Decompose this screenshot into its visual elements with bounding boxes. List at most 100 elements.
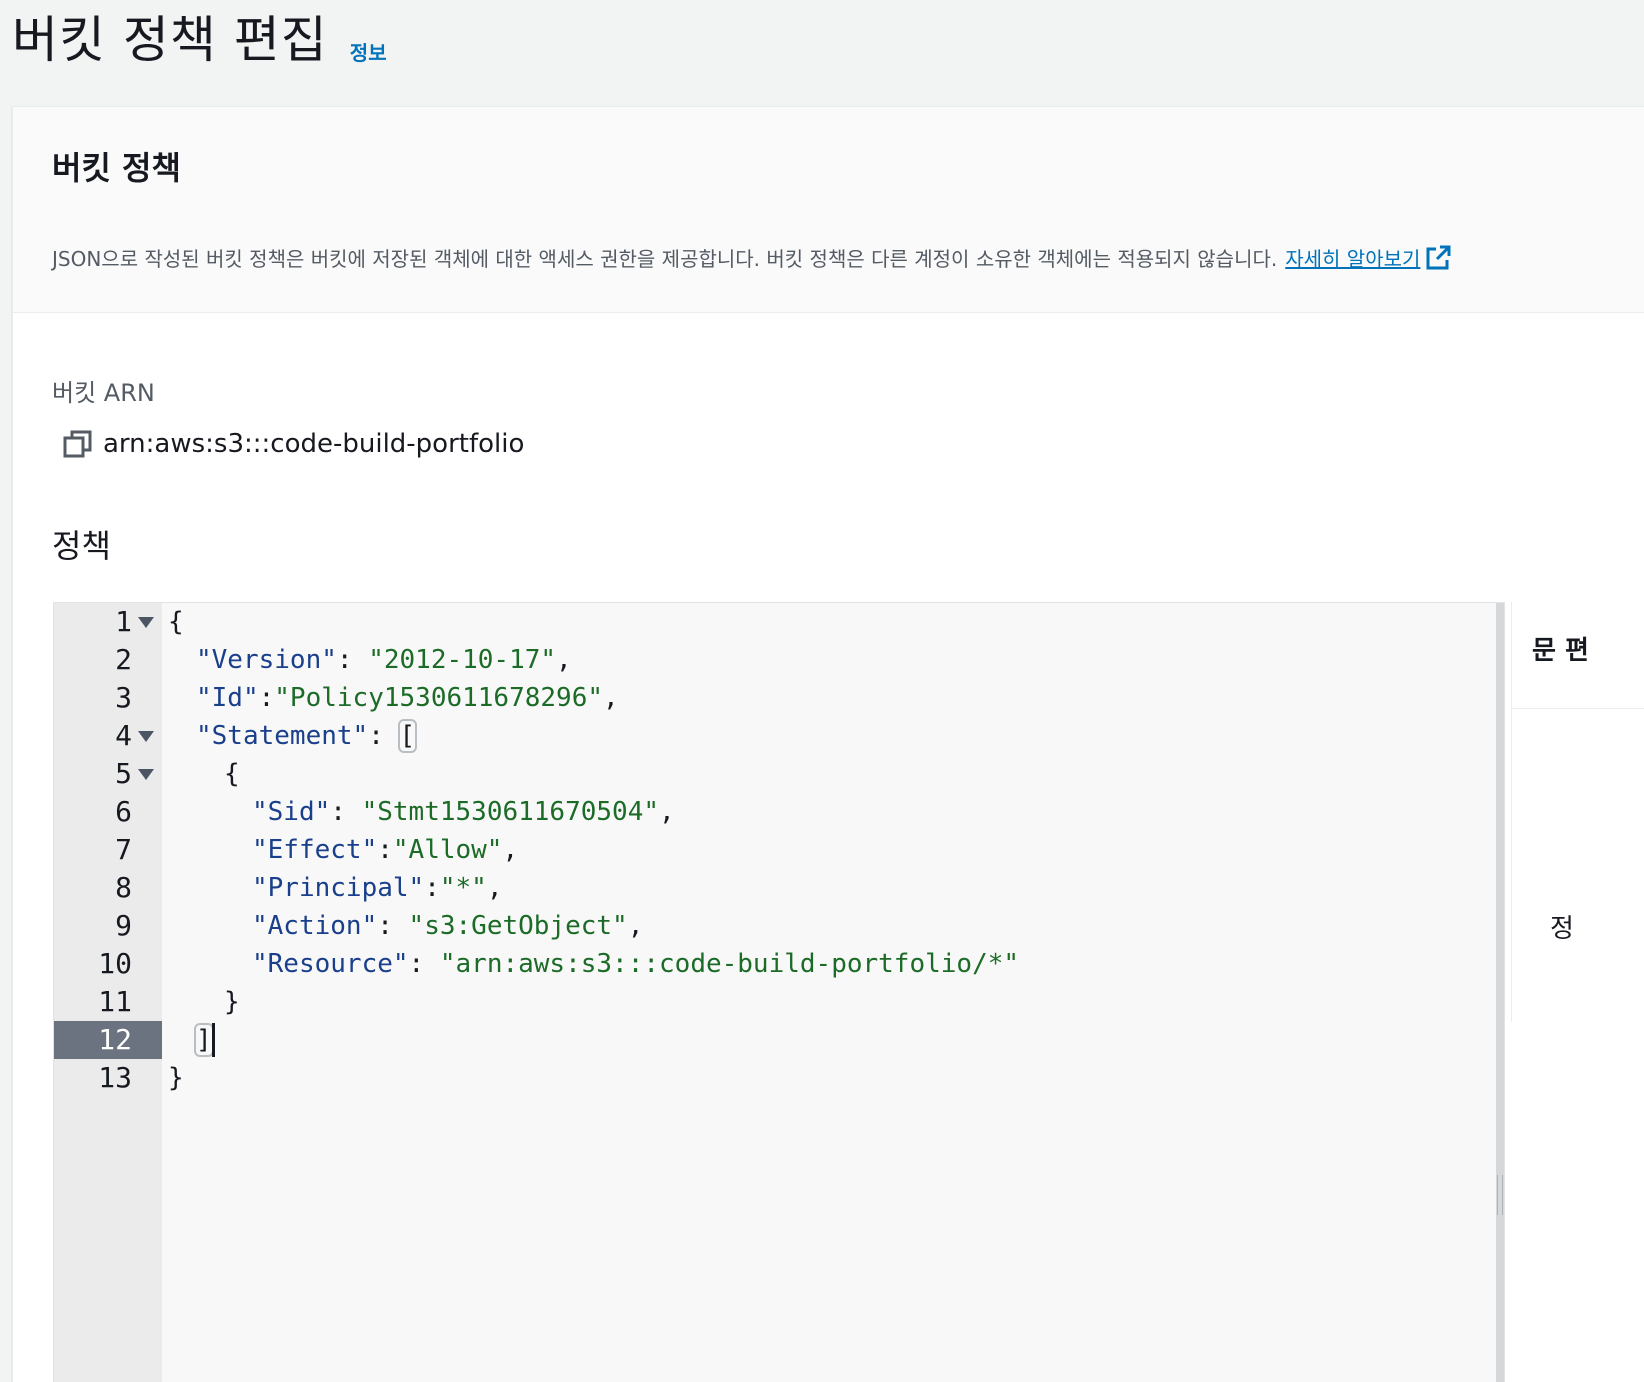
json-punct: : bbox=[424, 873, 440, 903]
json-punct: : bbox=[377, 911, 409, 941]
line-number: 11 bbox=[98, 985, 132, 1018]
description-text: JSON으로 작성된 버킷 정책은 버킷에 저장된 객체에 대한 액세스 권한을… bbox=[52, 247, 1278, 271]
side-panel: 문 편 정 bbox=[1511, 602, 1644, 1022]
json-punct: , bbox=[486, 873, 503, 903]
json-string: "s3:GetObject" bbox=[408, 911, 628, 941]
json-string: "*" bbox=[439, 873, 487, 903]
json-string: "arn:aws:s3:::code-build-portfolio/*" bbox=[439, 949, 1020, 979]
json-punct: : bbox=[330, 797, 362, 827]
json-key: "Resource" bbox=[252, 949, 409, 979]
container-header: 버킷 정책 JSON으로 작성된 버킷 정책은 버킷에 저장된 객체에 대한 액… bbox=[13, 107, 1644, 313]
line-number: 12 bbox=[98, 1023, 132, 1056]
info-link[interactable]: 정보 bbox=[350, 37, 387, 66]
json-punct: } bbox=[224, 987, 240, 1017]
json-punct: : bbox=[368, 721, 400, 751]
json-punct: , bbox=[502, 835, 519, 865]
gutter-row: 4 bbox=[54, 717, 162, 755]
code-line: } bbox=[168, 1059, 184, 1097]
fold-arrow-icon[interactable] bbox=[138, 617, 154, 628]
json-punct: { bbox=[224, 759, 240, 789]
json-string: "Stmt1530611670504" bbox=[361, 797, 660, 827]
page: 버킷 정책 편집 정보 버킷 정책 JSON으로 작성된 버킷 정책은 버킷에 … bbox=[0, 0, 1644, 1382]
line-number: 3 bbox=[115, 681, 132, 714]
arn-label: 버킷 ARN bbox=[52, 379, 155, 407]
json-punct: : bbox=[377, 835, 393, 865]
side-panel-text: 정 bbox=[1550, 914, 1574, 944]
text-cursor bbox=[212, 1023, 215, 1057]
line-number: 4 bbox=[115, 719, 132, 752]
resize-handle[interactable] bbox=[1497, 1175, 1503, 1215]
code-line: "Id":"Policy1530611678296", bbox=[196, 679, 619, 717]
learn-more-link[interactable]: 자세히 알아보기 bbox=[1285, 243, 1420, 272]
json-key: "Sid" bbox=[252, 797, 331, 827]
bucket-policy-container: 버킷 정책 JSON으로 작성된 버킷 정책은 버킷에 저장된 객체에 대한 액… bbox=[12, 106, 1644, 1382]
code-line: "Sid": "Stmt1530611670504", bbox=[252, 793, 675, 831]
fold-arrow-icon[interactable] bbox=[138, 731, 154, 742]
gutter-row: 6 bbox=[54, 793, 162, 831]
gutter-row: 1 bbox=[54, 603, 162, 641]
json-string: "Allow" bbox=[392, 835, 503, 865]
gutter-row: 10 bbox=[54, 945, 162, 983]
matching-bracket: ] bbox=[194, 1023, 214, 1057]
code-area[interactable]: { "Version": "2012-10-17", "Id":"Policy1… bbox=[168, 603, 1504, 1382]
page-header: 버킷 정책 편집 정보 bbox=[12, 8, 387, 72]
json-key: "Version" bbox=[196, 645, 337, 675]
json-punct: : bbox=[336, 645, 369, 675]
section-description: JSON으로 작성된 버킷 정책은 버킷에 저장된 객체에 대한 액세스 권한을… bbox=[52, 243, 1452, 272]
code-line: "Resource": "arn:aws:s3:::code-build-por… bbox=[252, 945, 1019, 983]
line-number: 6 bbox=[115, 795, 132, 828]
line-number: 13 bbox=[98, 1061, 132, 1094]
gutter-row: 13 bbox=[54, 1059, 162, 1097]
policy-label: 정책 bbox=[52, 527, 111, 565]
code-line: { bbox=[224, 755, 240, 793]
gutter-row: 8 bbox=[54, 869, 162, 907]
copy-icon[interactable] bbox=[63, 429, 93, 459]
arn-row: arn:aws:s3:::code-build-portfolio bbox=[63, 429, 524, 459]
gutter-row: 7 bbox=[54, 831, 162, 869]
page-title: 버킷 정책 편집 bbox=[12, 11, 328, 69]
line-number: 10 bbox=[98, 947, 132, 980]
side-panel-header: 문 편 bbox=[1532, 636, 1589, 666]
code-line: "Statement": [ bbox=[196, 717, 418, 755]
code-line: "Version": "2012-10-17", bbox=[196, 641, 572, 679]
json-punct: } bbox=[168, 1063, 184, 1093]
json-key: "Statement" bbox=[196, 721, 369, 751]
arn-value: arn:aws:s3:::code-build-portfolio bbox=[103, 429, 525, 459]
json-punct: , bbox=[659, 797, 675, 827]
gutter-row: 5 bbox=[54, 755, 162, 793]
json-key: "Id" bbox=[196, 683, 259, 713]
json-punct: , bbox=[603, 683, 619, 713]
json-key: "Effect" bbox=[252, 835, 378, 865]
line-number: 2 bbox=[115, 643, 132, 676]
fold-arrow-icon[interactable] bbox=[138, 769, 154, 780]
json-punct: : bbox=[258, 683, 275, 713]
line-number: 5 bbox=[115, 757, 132, 790]
json-string: "Policy1530611678296" bbox=[274, 683, 604, 713]
external-link-icon[interactable] bbox=[1424, 244, 1452, 272]
gutter-row: 3 bbox=[54, 679, 162, 717]
policy-code-editor[interactable]: 1 2 3 4 5 6 7 8 9 10 11 12 13 {"Version… bbox=[53, 602, 1505, 1382]
section-title: 버킷 정책 bbox=[52, 149, 181, 187]
code-line: "Principal":"*", bbox=[252, 869, 502, 907]
json-key: "Action" bbox=[252, 911, 378, 941]
json-punct: { bbox=[168, 607, 184, 637]
json-punct: : bbox=[408, 949, 440, 979]
json-string: "2012-10-17" bbox=[368, 645, 557, 675]
json-key: "Principal" bbox=[252, 873, 425, 903]
code-line: } bbox=[224, 983, 240, 1021]
code-line: "Action": "s3:GetObject", bbox=[252, 907, 643, 945]
line-number: 8 bbox=[115, 871, 132, 904]
side-panel-divider bbox=[1512, 708, 1644, 709]
editor-gutter: 1 2 3 4 5 6 7 8 9 10 11 12 13 bbox=[54, 603, 162, 1382]
line-number: 9 bbox=[115, 909, 132, 942]
json-punct: , bbox=[556, 645, 572, 675]
gutter-row-active: 12 bbox=[54, 1021, 162, 1059]
line-number: 1 bbox=[115, 605, 132, 638]
gutter-row: 11 bbox=[54, 983, 162, 1021]
gutter-row: 9 bbox=[54, 907, 162, 945]
json-punct: , bbox=[627, 911, 644, 941]
line-number: 7 bbox=[115, 833, 132, 866]
gutter-row: 2 bbox=[54, 641, 162, 679]
editor-scrollbar[interactable] bbox=[1496, 603, 1504, 1382]
matching-bracket: [ bbox=[397, 719, 418, 753]
